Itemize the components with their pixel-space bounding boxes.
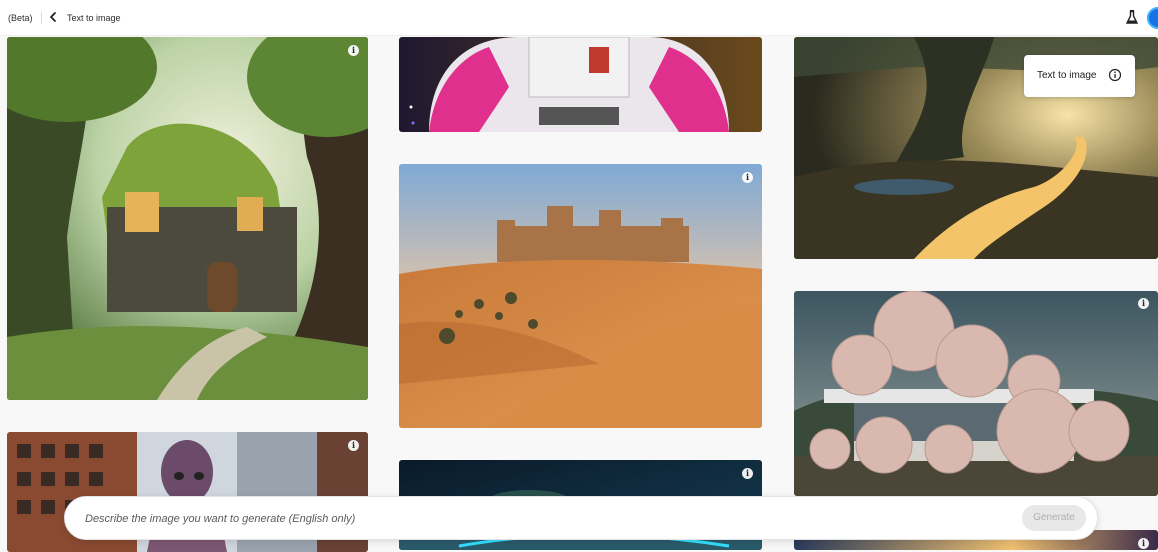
back-button[interactable] — [46, 10, 60, 24]
breadcrumb-current: Text to image — [67, 13, 121, 23]
top-bar: (Beta) Text to image — [0, 0, 1158, 36]
labs-button[interactable] — [1125, 9, 1139, 25]
info-icon[interactable]: i — [348, 440, 359, 451]
info-icon[interactable]: i — [1138, 538, 1149, 549]
prompt-input[interactable] — [83, 507, 987, 531]
generate-button[interactable]: Generate — [1022, 505, 1086, 531]
gallery-image-desert-castle[interactable]: i — [399, 164, 762, 428]
gallery-image-astronaut[interactable] — [399, 37, 762, 132]
avatar[interactable] — [1147, 7, 1158, 29]
flask-icon — [1125, 10, 1139, 24]
info-icon[interactable]: i — [742, 468, 753, 479]
gallery-image-sphere-house[interactable]: i — [794, 291, 1158, 496]
tooltip-label: Text to image — [1037, 70, 1097, 81]
text-to-image-tooltip: Text to image — [1024, 55, 1135, 97]
chevron-left-icon — [50, 12, 56, 22]
info-circle-icon[interactable] — [1108, 68, 1122, 82]
gallery-image-fairy-house[interactable]: i — [7, 37, 368, 400]
beta-label: (Beta) — [8, 12, 42, 24]
info-icon[interactable]: i — [1138, 298, 1149, 309]
prompt-bar: Generate — [64, 496, 1098, 540]
info-icon[interactable]: i — [742, 172, 753, 183]
info-icon[interactable]: i — [348, 45, 359, 56]
